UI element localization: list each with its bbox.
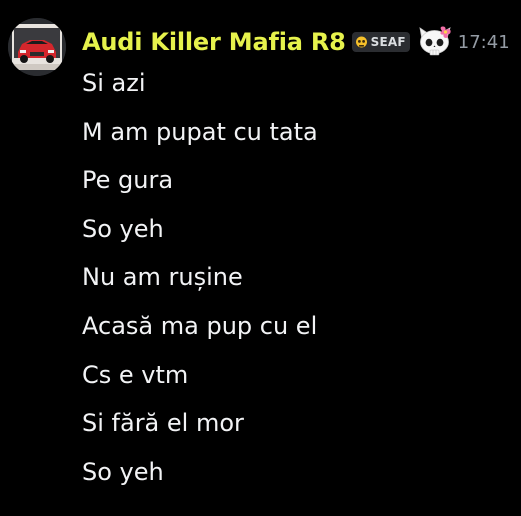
message-lines: Si azi M am pupat cu tata Pe gura So yeh…	[82, 64, 318, 501]
message-line[interactable]: Pe gura	[82, 161, 318, 210]
message-header: Audi Killer Mafia R8 SEAF 17:41	[82, 22, 510, 62]
red-car-avatar-icon	[8, 18, 66, 76]
message-line[interactable]: Nu am rușine	[82, 258, 318, 307]
chat-message-group: Audi Killer Mafia R8 SEAF 17:41 Si azi M…	[0, 0, 521, 516]
hello-kitty-skull-icon	[419, 26, 451, 56]
message-line[interactable]: Acasă ma pup cu el	[82, 307, 318, 356]
message-timestamp: 17:41	[457, 31, 510, 53]
skull-emoji-icon	[355, 36, 367, 47]
clan-tag[interactable]: SEAF	[351, 32, 410, 52]
message-line[interactable]: Si fără el mor	[82, 404, 318, 453]
message-line[interactable]: So yeh	[82, 453, 318, 502]
author-name[interactable]: Audi Killer Mafia R8	[82, 28, 346, 56]
message-line[interactable]: So yeh	[82, 210, 318, 259]
clan-tag-label: SEAF	[370, 35, 406, 49]
user-avatar[interactable]	[8, 18, 66, 76]
message-line[interactable]: M am pupat cu tata	[82, 113, 318, 162]
message-line[interactable]: Cs e vtm	[82, 356, 318, 405]
message-line[interactable]: Si azi	[82, 64, 318, 113]
